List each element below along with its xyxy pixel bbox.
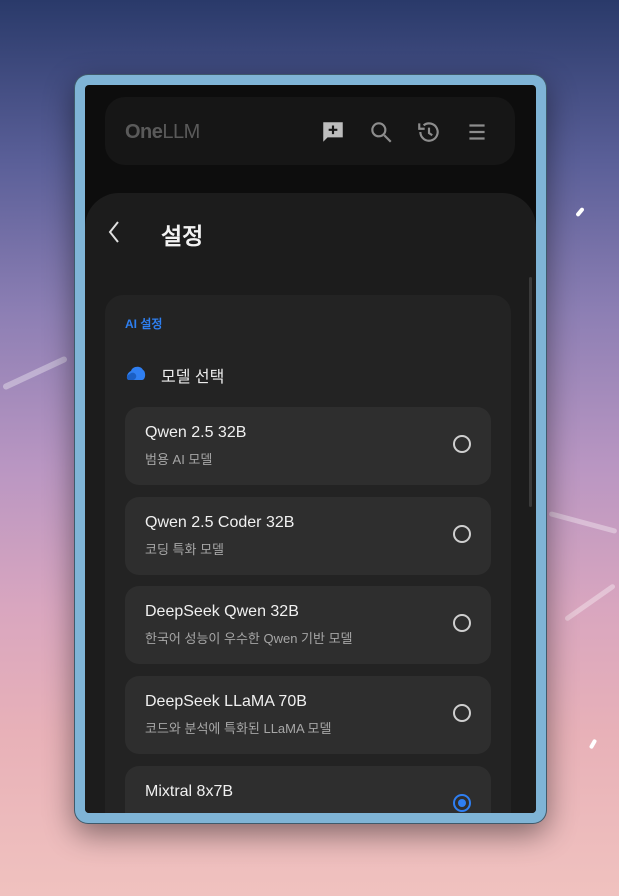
new-chat-icon[interactable] (320, 119, 346, 145)
radio-button[interactable] (453, 614, 471, 632)
model-name: Mixtral 8x7B (145, 783, 234, 800)
model-description: 코딩 특화 모델 (145, 542, 224, 557)
model-name: Qwen 2.5 Coder 32B (145, 514, 295, 531)
model-option-mixtral-8x7b[interactable]: Mixtral 8x7B (125, 766, 491, 813)
top-app-bar: OneLLM (105, 97, 515, 165)
radio-button[interactable] (453, 525, 471, 543)
model-name: Qwen 2.5 32B (145, 424, 247, 441)
radio-button[interactable] (453, 435, 471, 453)
app-window: OneLLM 설정 AI 설정 모델 선택 Qwen 2.5 32B 범용 AI… (74, 74, 547, 824)
radio-button[interactable] (453, 704, 471, 722)
app-surface: OneLLM 설정 AI 설정 모델 선택 Qwen 2.5 32B 범용 AI… (85, 85, 536, 813)
menu-icon[interactable] (464, 119, 490, 145)
model-icon (126, 366, 146, 380)
model-description: 한국어 성능이 우수한 Qwen 기반 모델 (145, 631, 353, 646)
model-option-qwen-32b[interactable]: Qwen 2.5 32B 범용 AI 모델 (125, 407, 491, 485)
radio-button-selected[interactable] (453, 794, 471, 812)
model-name: DeepSeek LLaMA 70B (145, 693, 307, 710)
back-arrow-icon[interactable] (103, 217, 127, 247)
search-icon[interactable] (368, 119, 394, 145)
model-option-deepseek-llama-70b[interactable]: DeepSeek LLaMA 70B 코드와 분석에 특화된 LLaMA 모델 (125, 676, 491, 754)
scrollbar[interactable] (529, 277, 532, 507)
history-icon[interactable] (416, 119, 442, 145)
model-description: 코드와 분석에 특화된 LLaMA 모델 (145, 721, 332, 736)
settings-sheet: 설정 AI 설정 모델 선택 Qwen 2.5 32B 범용 AI 모델 Qwe… (85, 193, 536, 813)
ai-settings-card: AI 설정 모델 선택 Qwen 2.5 32B 범용 AI 모델 Qwen 2… (105, 295, 511, 813)
page-title: 설정 (161, 223, 204, 249)
app-logo: OneLLM (125, 121, 200, 144)
model-name: DeepSeek Qwen 32B (145, 603, 299, 620)
section-label: AI 설정 (125, 317, 163, 331)
logo-one: One (125, 121, 163, 143)
model-select-label: 모델 선택 (161, 369, 225, 386)
model-option-deepseek-qwen-32b[interactable]: DeepSeek Qwen 32B 한국어 성능이 우수한 Qwen 기반 모델 (125, 586, 491, 664)
model-option-qwen-coder-32b[interactable]: Qwen 2.5 Coder 32B 코딩 특화 모델 (125, 497, 491, 575)
logo-llm: LLM (162, 121, 200, 143)
model-description: 범용 AI 모델 (145, 452, 213, 467)
